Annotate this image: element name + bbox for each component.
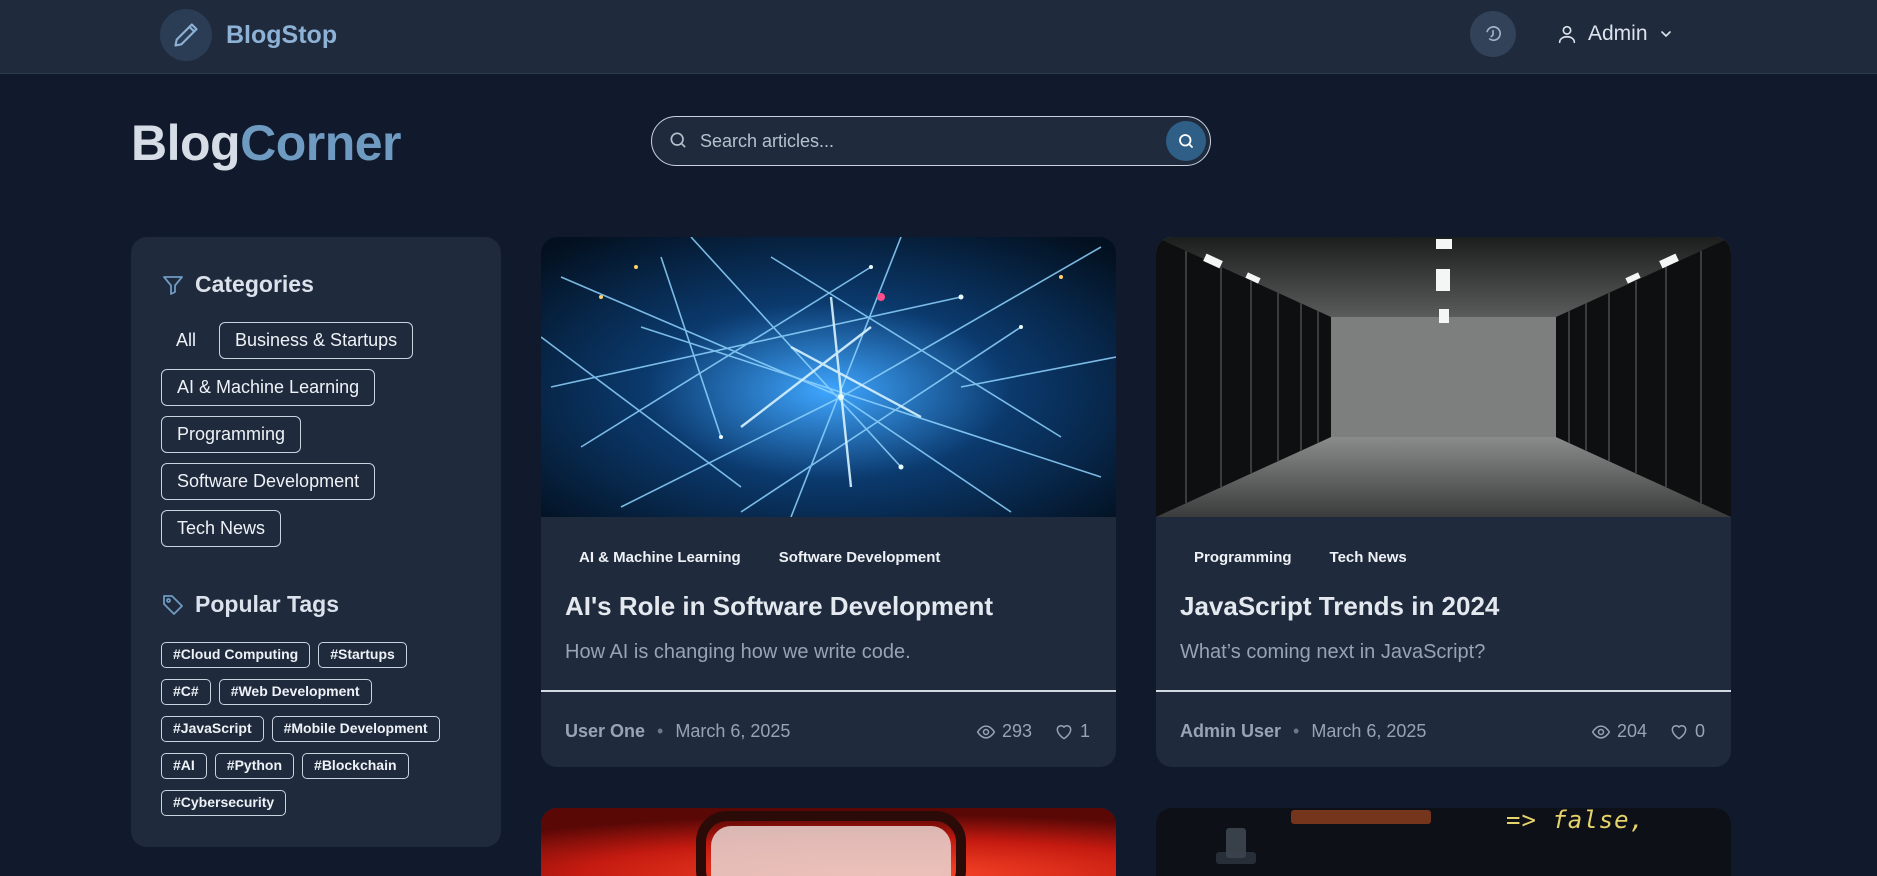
history-icon bbox=[1486, 26, 1502, 42]
divider bbox=[541, 690, 1116, 692]
category-list: All Business & Startups AI & Machine Lear… bbox=[161, 322, 481, 557]
like-count: 0 bbox=[1694, 721, 1705, 741]
post-stats: 293 1 bbox=[976, 721, 1090, 742]
tag-python[interactable]: #Python bbox=[214, 753, 295, 779]
separator-dot: • bbox=[657, 721, 664, 741]
post-category-chip[interactable]: Programming bbox=[1180, 545, 1306, 570]
tag-icon bbox=[163, 594, 183, 615]
post-cover-image[interactable] bbox=[541, 808, 1116, 876]
tag-startups[interactable]: #Startups bbox=[318, 642, 407, 668]
code-snippet: => false, bbox=[1506, 808, 1646, 834]
page-title: BlogCorner bbox=[131, 114, 402, 172]
post-card[interactable]: Programming Tech News JavaScript Trends … bbox=[1156, 237, 1731, 767]
view-count: 293 bbox=[1001, 721, 1032, 741]
post-date: March 6, 2025 bbox=[675, 721, 791, 741]
post-title[interactable]: AI's Role in Software Development bbox=[565, 591, 993, 622]
post-categories: Programming Tech News bbox=[1180, 545, 1421, 570]
title-part-1: Blog bbox=[131, 115, 241, 171]
search-icon bbox=[1179, 134, 1193, 148]
tag-javascript[interactable]: #JavaScript bbox=[161, 716, 264, 742]
eye-icon bbox=[1591, 724, 1611, 739]
post-date: March 6, 2025 bbox=[1311, 721, 1427, 741]
filter-icon bbox=[163, 275, 183, 295]
tag-ai[interactable]: #AI bbox=[161, 753, 207, 779]
post-meta: Admin User • March 6, 2025 bbox=[1180, 721, 1426, 742]
tag-cloud-computing[interactable]: #Cloud Computing bbox=[161, 642, 311, 668]
search-bar bbox=[651, 116, 1211, 166]
divider bbox=[1156, 690, 1731, 692]
post-card[interactable]: AI & Machine Learning Software Developme… bbox=[541, 237, 1116, 767]
post-card[interactable] bbox=[541, 808, 1116, 876]
user-icon bbox=[1558, 25, 1576, 44]
tags-heading: Popular Tags bbox=[161, 591, 339, 618]
post-meta: User One • March 6, 2025 bbox=[565, 721, 790, 742]
title-part-2: Corner bbox=[240, 115, 402, 171]
eye-icon bbox=[976, 724, 996, 739]
post-cover-image[interactable]: => false, bbox=[1156, 808, 1731, 876]
post-cover-image[interactable] bbox=[541, 237, 1116, 517]
user-name: Admin bbox=[1588, 22, 1648, 45]
category-software-development[interactable]: Software Development bbox=[161, 463, 376, 500]
pencil-icon bbox=[160, 9, 212, 61]
chevron-down-icon bbox=[1660, 31, 1671, 38]
brand-name: BlogStop bbox=[226, 20, 338, 49]
heart-icon[interactable] bbox=[1669, 722, 1689, 742]
post-stats: 204 0 bbox=[1591, 721, 1705, 742]
category-programming[interactable]: Programming bbox=[161, 416, 302, 453]
brand-link[interactable]: BlogStop bbox=[160, 9, 337, 61]
post-title[interactable]: JavaScript Trends in 2024 bbox=[1180, 591, 1499, 622]
tag-list: #Cloud Computing #Startups #C# #Web Develo… bbox=[161, 642, 491, 827]
tags-title: Popular Tags bbox=[195, 591, 339, 617]
like-count: 1 bbox=[1079, 721, 1090, 741]
category-ai-machine-learning[interactable]: AI & Machine Learning bbox=[161, 369, 376, 406]
post-category-chip[interactable]: Software Development bbox=[765, 545, 955, 570]
category-all[interactable]: All bbox=[161, 322, 211, 359]
tag-web-development[interactable]: #Web Development bbox=[218, 679, 372, 705]
categories-heading: Categories bbox=[161, 271, 314, 298]
post-excerpt: What’s coming next in JavaScript? bbox=[1180, 641, 1486, 663]
post-author: Admin User bbox=[1180, 721, 1282, 741]
user-menu[interactable]: Admin bbox=[1556, 18, 1674, 50]
search-input[interactable] bbox=[700, 125, 1110, 157]
categories-title: Categories bbox=[195, 271, 314, 297]
tag-cybersecurity[interactable]: #Cybersecurity bbox=[161, 790, 287, 816]
category-tech-news[interactable]: Tech News bbox=[161, 510, 282, 547]
separator-dot: • bbox=[1293, 721, 1300, 741]
tag-blockchain[interactable]: #Blockchain bbox=[302, 753, 409, 779]
post-author: User One bbox=[565, 721, 646, 741]
search-icon bbox=[670, 132, 686, 148]
post-categories: AI & Machine Learning Software Developme… bbox=[565, 545, 954, 570]
top-navbar: BlogStop Admin bbox=[0, 0, 1877, 74]
view-count: 204 bbox=[1616, 721, 1647, 741]
post-excerpt: How AI is changing how we write code. bbox=[565, 641, 911, 663]
heart-icon[interactable] bbox=[1054, 722, 1074, 742]
tag-csharp[interactable]: #C# bbox=[161, 679, 211, 705]
post-category-chip[interactable]: AI & Machine Learning bbox=[565, 545, 755, 570]
sidebar: Categories All Business & Startups AI & M… bbox=[131, 237, 501, 847]
category-business-startups[interactable]: Business & Startups bbox=[219, 322, 414, 359]
tag-mobile-development[interactable]: #Mobile Development bbox=[271, 716, 440, 742]
post-category-chip[interactable]: Tech News bbox=[1316, 545, 1421, 570]
history-button[interactable] bbox=[1470, 11, 1516, 57]
post-card[interactable]: => false, bbox=[1156, 808, 1731, 876]
post-cover-image[interactable] bbox=[1156, 237, 1731, 517]
search-button[interactable] bbox=[1166, 121, 1206, 161]
